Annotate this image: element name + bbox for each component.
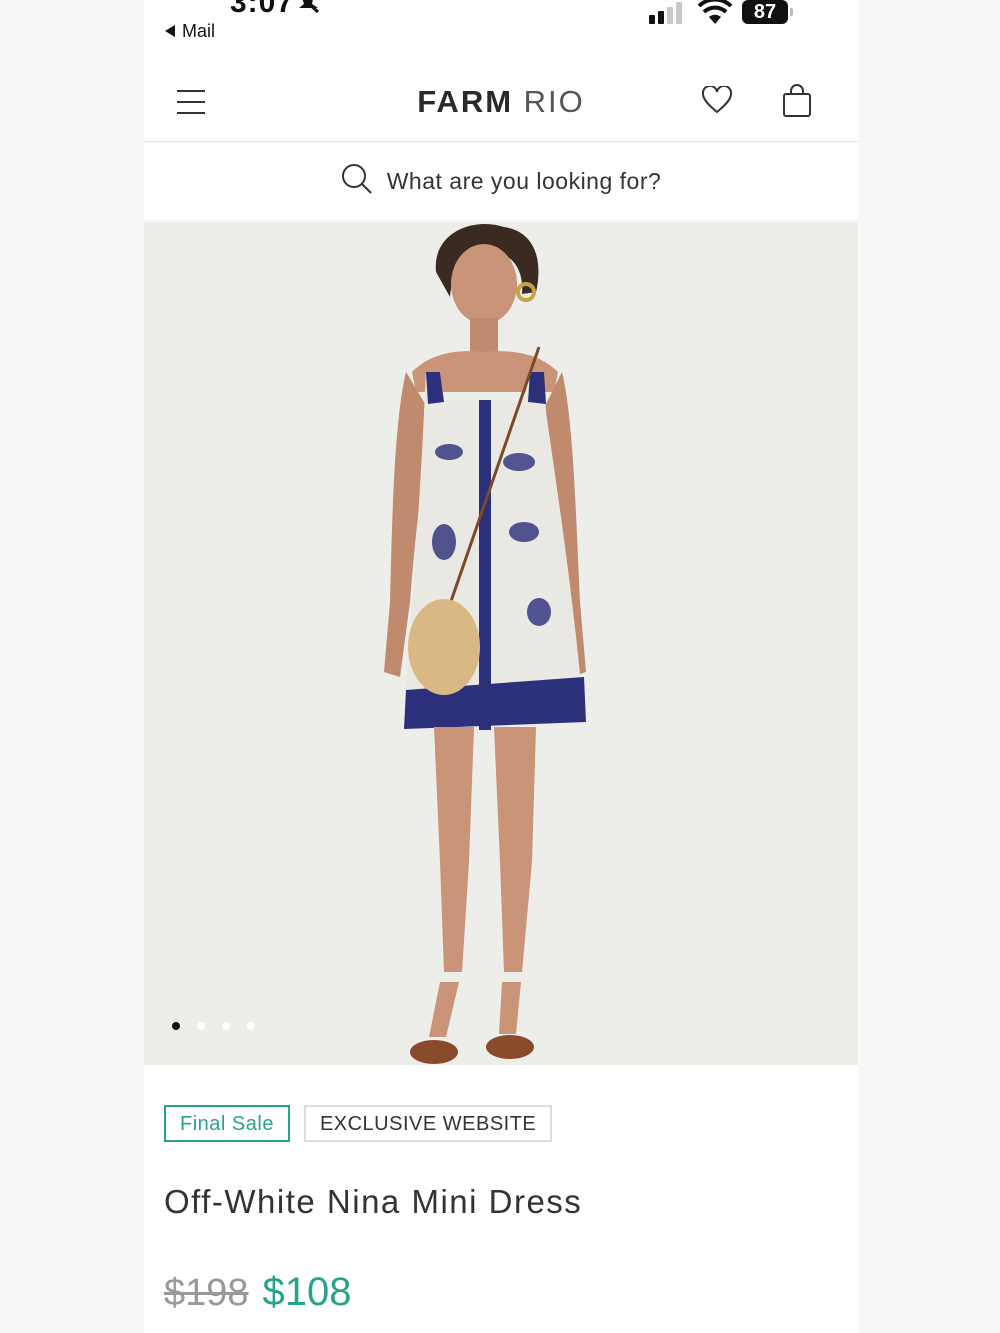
heart-icon[interactable]	[701, 84, 733, 119]
status-bar: 3:07 Mail 87	[144, 0, 858, 60]
carousel-dot-1[interactable]	[172, 1022, 180, 1030]
carousel-dot-2[interactable]	[197, 1022, 205, 1030]
final-sale-badge: Final Sale	[164, 1105, 290, 1142]
search-placeholder: What are you looking for?	[386, 168, 662, 194]
carousel-dot-3[interactable]	[222, 1022, 230, 1030]
back-to-mail-link[interactable]: Mail	[164, 21, 215, 42]
back-arrow-icon	[164, 21, 176, 42]
brand-logo[interactable]: FARM RIO	[144, 84, 858, 120]
status-time: 3:07	[230, 0, 295, 19]
signal-icon	[649, 2, 689, 29]
wifi-icon	[697, 0, 733, 29]
product-image[interactable]	[144, 222, 858, 1065]
price-block: $198 $108	[164, 1270, 352, 1315]
search-icon	[341, 163, 373, 200]
image-carousel-dots	[172, 1022, 255, 1030]
bell-muted-icon	[296, 0, 322, 19]
logo-primary: FARM	[417, 84, 514, 119]
original-price: $198	[164, 1272, 249, 1314]
site-header: FARM RIO	[144, 62, 858, 142]
carousel-dot-4[interactable]	[247, 1022, 255, 1030]
back-label: Mail	[182, 21, 216, 41]
battery-indicator: 87	[742, 0, 793, 24]
exclusive-website-badge: EXCLUSIVE WEBSITE	[303, 1105, 553, 1142]
product-badges: Final Sale EXCLUSIVE WEBSITE	[164, 1105, 553, 1142]
logo-secondary: RIO	[523, 84, 585, 119]
bag-icon[interactable]	[782, 84, 812, 123]
sale-price: $108	[262, 1270, 352, 1314]
search-bar[interactable]: What are you looking for?	[144, 143, 858, 221]
phone-screen: 3:07 Mail 87 FARM RIO What are you looki…	[144, 0, 858, 1333]
model-photo	[144, 222, 858, 1065]
product-title: Off-White Nina Mini Dress	[164, 1183, 583, 1220]
